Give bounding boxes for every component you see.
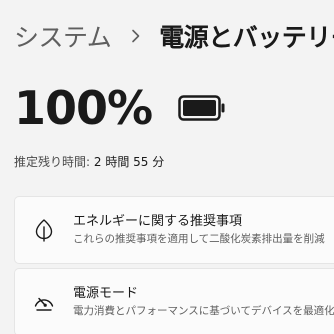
- leaf-icon: [35, 219, 53, 242]
- settings-page: システム 電源とバッテリー 100% 推定残り時間: 2 時間 55 分 エネル…: [0, 0, 334, 334]
- battery-icon: [178, 95, 225, 121]
- chevron-right-icon: [132, 29, 140, 43]
- breadcrumb: システム 電源とバッテリー: [14, 16, 334, 56]
- power-mode-icon: [34, 297, 54, 311]
- energy-recommendations-card[interactable]: エネルギーに関する推奨事項 これらの推奨事項を適用して二酸化炭素排出量を削減: [14, 196, 334, 264]
- card-title: エネルギーに関する推奨事項: [73, 214, 243, 229]
- estimate-label: 推定残り時間:: [14, 155, 91, 169]
- battery-percentage: 100%: [14, 81, 153, 135]
- card-description: これらの推奨事項を適用して二酸化炭素排出量を削減: [73, 233, 325, 245]
- estimate-value: 2 時間 55 分: [93, 155, 165, 169]
- power-mode-card[interactable]: 電源モード 電力消費とパフォーマンスに基づいてデバイスを最適化: [14, 268, 334, 334]
- breadcrumb-system-link[interactable]: システム: [14, 18, 112, 54]
- battery-status: 100%: [14, 78, 226, 138]
- battery-estimate: 推定残り時間: 2 時間 55 分: [14, 153, 164, 170]
- card-title: 電源モード: [73, 286, 139, 301]
- card-description: 電力消費とパフォーマンスに基づいてデバイスを最適化: [73, 305, 334, 317]
- page-title: 電源とバッテリー: [159, 23, 334, 52]
